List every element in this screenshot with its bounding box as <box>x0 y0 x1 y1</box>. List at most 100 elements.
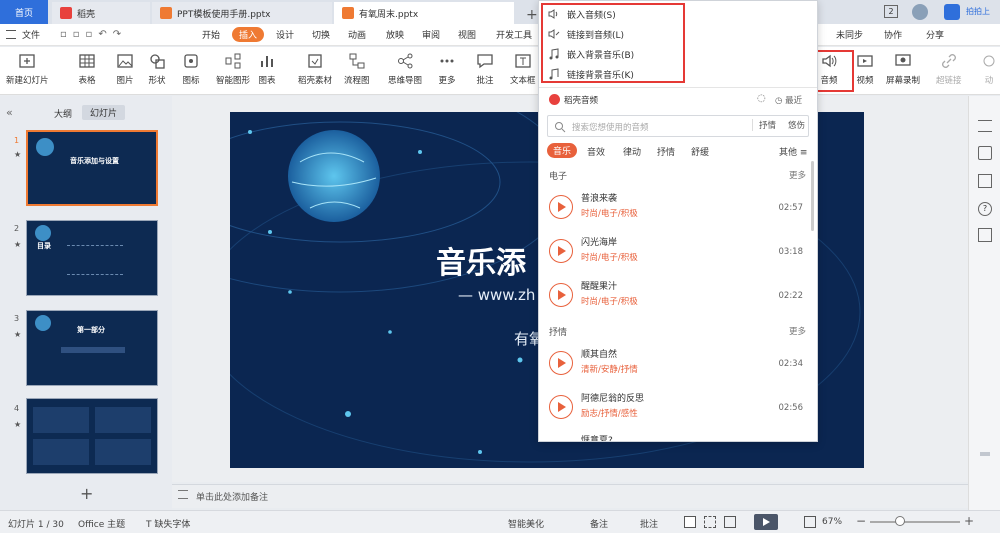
slide-thumbnail-3[interactable]: 第一部分 <box>26 310 158 386</box>
tab-slides[interactable]: 幻灯片 <box>82 105 126 120</box>
chart-button[interactable]: 图表 <box>258 52 276 86</box>
tab-outline[interactable]: 大纲 <box>54 107 72 120</box>
menu-transition[interactable]: 切换 <box>312 28 330 41</box>
collab-button[interactable]: 协作 <box>884 28 902 41</box>
track-item[interactable]: 闪光海岸 时尚/电子/积极 03:18 <box>539 229 815 273</box>
chat-icon[interactable]: ◌ <box>757 93 766 104</box>
scroll-handle[interactable] <box>980 452 990 456</box>
action-button[interactable]: 动 <box>980 52 998 86</box>
docer-material-button[interactable]: 稻壳素材 <box>298 52 332 86</box>
category-lyrical[interactable]: 抒情 <box>657 145 675 158</box>
zoom-in-button[interactable]: + <box>964 514 974 528</box>
properties-icon[interactable] <box>978 120 992 132</box>
track-item[interactable]: 阿德尼翁的反思 励志/抒情/感性 02:56 <box>539 385 815 429</box>
play-icon[interactable] <box>549 283 573 307</box>
audio-search-input[interactable]: 搜索您想使用的音频 <box>572 121 649 133</box>
new-tab-button[interactable]: + <box>518 4 538 26</box>
window-count-badge[interactable]: 2 <box>884 5 898 18</box>
play-slideshow-button[interactable] <box>754 514 778 530</box>
menu-view[interactable]: 视图 <box>458 28 476 41</box>
play-icon[interactable] <box>549 395 573 419</box>
track-item[interactable]: 顺其自然 清新/安静/抒情 02:34 <box>539 341 815 385</box>
share-button[interactable]: 分享 <box>926 28 944 41</box>
track-item-partial[interactable]: 惬意夏? <box>539 431 815 441</box>
slide-thumbnail-4[interactable] <box>26 398 158 474</box>
normal-view-icon[interactable] <box>684 516 696 528</box>
category-sfx[interactable]: 音效 <box>587 145 605 158</box>
embed-bgm-item[interactable]: 嵌入背景音乐(B) <box>547 47 634 61</box>
more-lyrical-link[interactable]: 更多 <box>789 325 806 337</box>
category-music[interactable]: 音乐 <box>547 143 578 158</box>
comment-button[interactable]: 批注 <box>476 52 494 86</box>
more-button[interactable]: 更多 <box>438 52 456 86</box>
collapse-pane-icon[interactable]: « <box>6 106 13 119</box>
table-button[interactable]: 表格 <box>78 52 96 86</box>
login-label[interactable]: 拍拍上 <box>966 6 990 17</box>
reading-view-icon[interactable] <box>724 516 736 528</box>
category-other[interactable]: 其他 ≡ <box>779 145 807 158</box>
category-soothing[interactable]: 舒缓 <box>691 145 709 158</box>
menu-start[interactable]: 开始 <box>202 28 220 41</box>
comment-status-button[interactable]: 批注 <box>640 517 658 530</box>
menu-devtools[interactable]: 开发工具 <box>496 28 532 41</box>
missing-font-button[interactable]: T 缺失字体 <box>146 517 190 530</box>
menu-animation[interactable]: 动画 <box>348 28 366 41</box>
add-slide-button[interactable]: + <box>80 484 93 503</box>
avatar[interactable] <box>912 4 928 20</box>
smartart-button[interactable]: 智能图形 <box>216 52 250 86</box>
audio-button[interactable]: 音频 <box>820 52 838 86</box>
recent-button[interactable]: ◷ 最近 <box>775 94 802 106</box>
track-item[interactable]: 普浪来袭 时尚/电子/积极 02:57 <box>539 185 815 229</box>
tab-ppt-weekend[interactable]: 有氧周末.pptx <box>334 2 514 24</box>
category-rhythm[interactable]: 律动 <box>623 145 641 158</box>
new-slide-button[interactable]: 新建幻灯片 <box>6 52 49 86</box>
fit-icon[interactable] <box>804 516 816 528</box>
picture-button[interactable]: 图片 <box>116 52 134 86</box>
copy-icon[interactable] <box>978 174 992 188</box>
shape-button[interactable]: 形状 <box>148 52 166 86</box>
notes-area[interactable]: 单击此处添加备注 <box>172 484 968 508</box>
play-icon[interactable] <box>549 195 573 219</box>
slide-thumbnail-1[interactable]: 音乐添加与设置 <box>26 130 158 206</box>
zoom-slider-track[interactable] <box>870 521 960 523</box>
menu-review[interactable]: 审阅 <box>422 28 440 41</box>
pin-icon[interactable] <box>978 146 992 160</box>
play-icon[interactable] <box>549 239 573 263</box>
tab-home[interactable]: 首页 <box>0 0 48 24</box>
slide-thumbnail-2[interactable]: 目录 <box>26 220 158 296</box>
search-tag-lyrical[interactable]: 抒情 <box>752 119 776 131</box>
mindmap-button[interactable]: 思维导图 <box>388 52 422 86</box>
image-tool-icon[interactable] <box>978 228 992 242</box>
audio-search-box[interactable]: 搜索您想使用的音频 抒情 悠伤 <box>547 115 809 137</box>
embed-audio-item[interactable]: 嵌入音频(S) <box>547 7 616 21</box>
zoom-out-button[interactable]: − <box>856 514 866 528</box>
help-icon[interactable]: ? <box>978 202 992 216</box>
sync-status[interactable]: 未同步 <box>836 28 863 41</box>
play-icon[interactable] <box>549 351 573 375</box>
menu-insert[interactable]: 插入 <box>232 27 265 42</box>
cloud-icon[interactable] <box>944 4 960 20</box>
menu-design[interactable]: 设计 <box>276 28 294 41</box>
track-item[interactable]: 醒醒果汁 时尚/电子/积极 02:22 <box>539 273 815 317</box>
hamburger-icon[interactable] <box>6 30 16 39</box>
smart-beautify-button[interactable]: 智能美化 <box>508 517 544 530</box>
hyperlink-button[interactable]: 超链接 <box>936 52 962 86</box>
link-bgm-item[interactable]: 链接背景音乐(K) <box>547 67 634 81</box>
tab-docer[interactable]: 稻壳 <box>52 2 150 24</box>
more-electronic-link[interactable]: 更多 <box>789 169 806 181</box>
link-audio-item[interactable]: 链接到音频(L) <box>547 27 624 41</box>
notes-toggle-icon[interactable] <box>178 490 188 499</box>
icon-button[interactable]: 图标 <box>182 52 200 86</box>
zoom-level[interactable]: 67% <box>822 517 842 527</box>
menu-file[interactable]: 文件 <box>22 28 40 41</box>
scrollbar[interactable] <box>811 161 814 231</box>
menu-slideshow[interactable]: 放映 <box>386 28 404 41</box>
sorter-view-icon[interactable] <box>704 516 716 528</box>
zoom-slider-thumb[interactable] <box>895 516 906 526</box>
search-tag-sad[interactable]: 悠伤 <box>788 119 805 131</box>
video-button[interactable]: 视频 <box>856 52 874 86</box>
flowchart-button[interactable]: 流程图 <box>344 52 370 86</box>
notes-button[interactable]: 备注 <box>590 517 608 530</box>
screen-record-button[interactable]: 屏幕录制 <box>886 52 920 86</box>
textbox-button[interactable]: 文本框 <box>510 52 536 86</box>
